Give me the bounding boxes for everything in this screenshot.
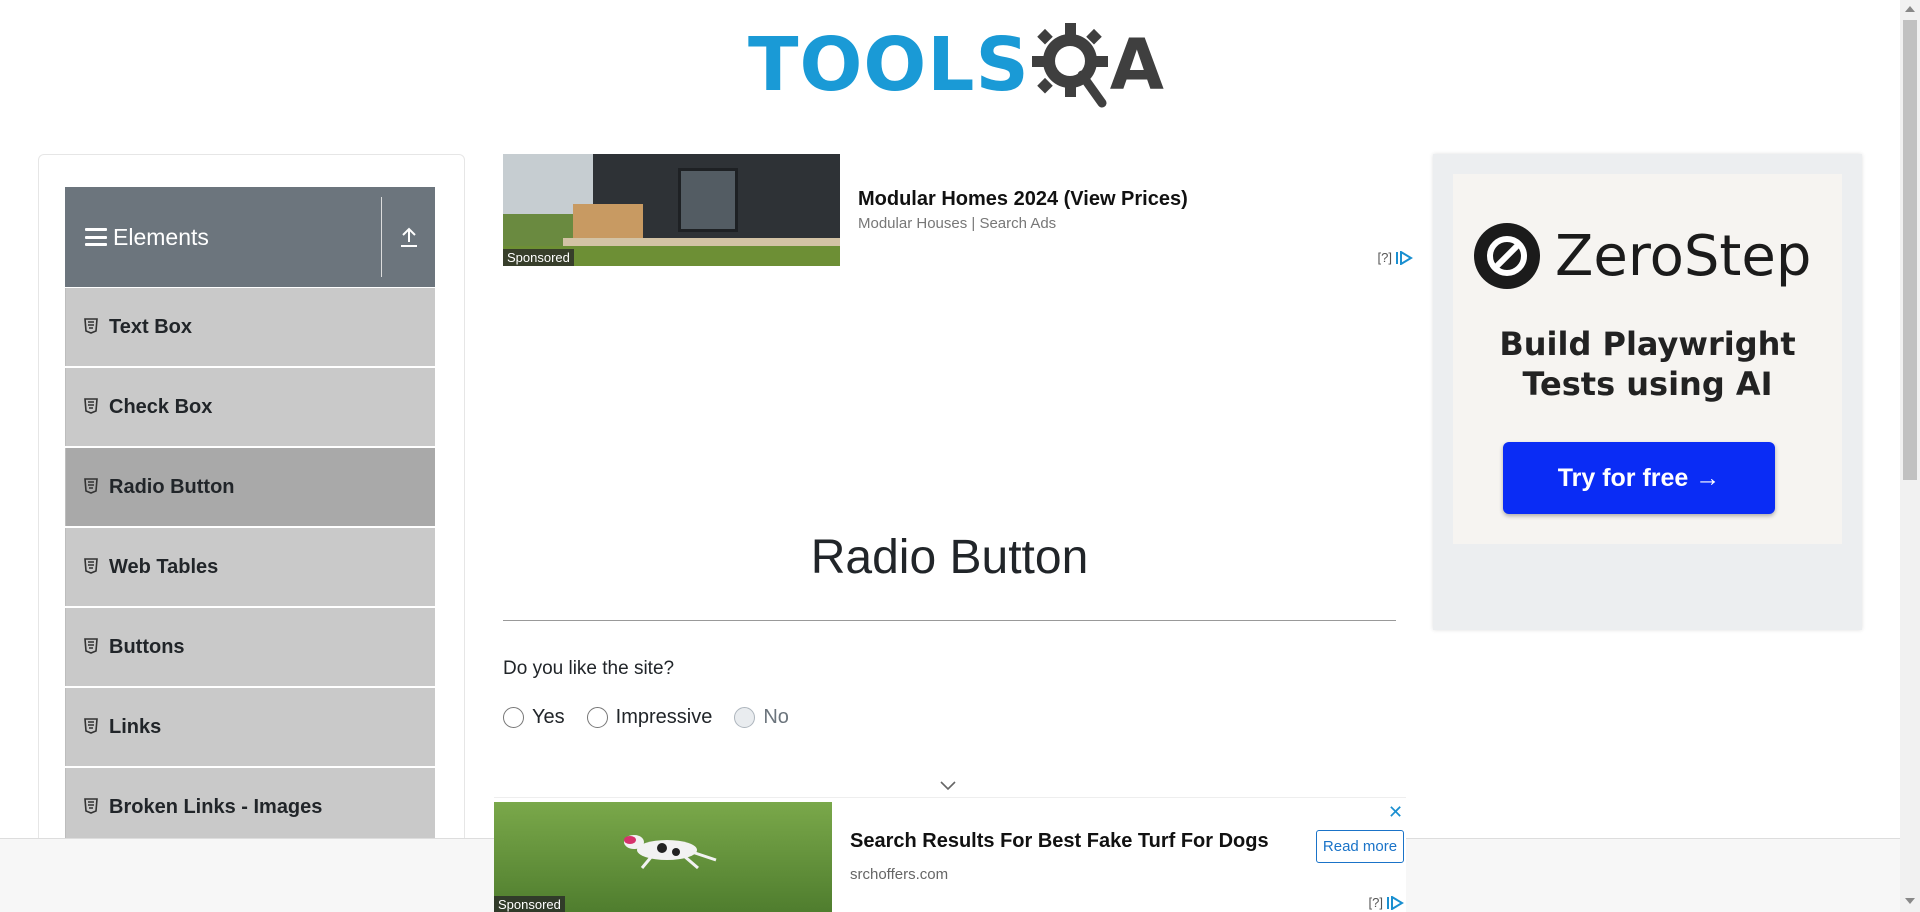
sponsored-label: Sponsored [503,249,574,266]
radio-yes[interactable]: Yes [503,706,565,729]
radio-yes-label[interactable]: Yes [532,706,565,729]
sidebar-item-label: Check Box [109,395,213,418]
ad-subtitle[interactable]: Modular Houses | Search Ads [858,215,1056,232]
page-title: Radio Button [810,531,1089,584]
ad-zerostep[interactable]: ZeroStep Build Playwright Tests using AI… [1433,154,1862,630]
scroll-down-icon[interactable] [1905,898,1915,904]
sidebar-item-label: Links [109,715,162,738]
sidebar-item-label: Radio Button [109,475,235,498]
adchoices-label: [?] [1377,250,1392,265]
ad-image[interactable]: Sponsored [503,154,840,266]
radio-impressive-label[interactable]: Impressive [616,706,713,729]
sidebar-item-label: Web Tables [109,555,219,578]
ad-zerostep-panel: ZeroStep Build Playwright Tests using AI… [1453,174,1842,544]
sidebar-item-web-tables[interactable]: Web Tables [65,528,435,606]
radio-group: Yes Impressive No [503,706,811,729]
zerostep-brand: ZeroStep [1555,223,1812,289]
radio-no: No [734,706,789,729]
chevron-down-icon[interactable] [938,780,958,792]
scroll-up-icon[interactable] [1905,6,1915,12]
radio-impressive[interactable]: Impressive [586,706,713,729]
collapse-up-icon [400,227,417,247]
tagline-line-1: Build Playwright [1499,325,1796,363]
sidebar-item-links[interactable]: Links [65,688,435,766]
html5-icon [84,798,100,816]
html5-icon [84,478,100,496]
scroll-thumb[interactable] [1903,20,1917,480]
zerostep-tagline: Build Playwright Tests using AI [1453,324,1842,404]
adchoices[interactable]: [?] [1378,250,1413,265]
elements-group-header[interactable]: Elements [65,187,435,287]
ad-title[interactable]: Modular Homes 2024 (View Prices) [858,188,1188,211]
adchoices[interactable]: [?] [1369,895,1404,910]
close-icon[interactable]: ✕ [1388,802,1403,823]
radio-no-input [734,707,756,728]
group-title-label: Elements [113,223,209,250]
ad-bottom-image[interactable]: Sponsored [494,802,832,912]
sidebar: Elements Text Box Check Box Radio Button… [38,154,465,912]
sponsored-label: Sponsored [494,896,565,912]
toolsqa-logo[interactable]: TOOLS A [748,16,1164,114]
sidebar-item-label: Buttons [109,635,185,658]
zerostep-icon [1474,223,1540,289]
read-more-button[interactable]: Read more [1316,830,1404,863]
html5-icon [84,638,100,656]
html5-icon [84,558,100,576]
sidebar-item-label: Broken Links - Images [109,795,323,818]
radio-no-label: No [763,706,789,728]
radio-impressive-input[interactable] [586,707,608,728]
ad-banner-bottom[interactable]: Sponsored Search Results For Best Fake T… [494,797,1406,912]
tagline-line-2: Tests using AI [1522,365,1773,403]
page: TOOLS A Elements Text Box Check Box Radi… [0,0,1920,912]
sidebar-item-label: Text Box [109,315,192,338]
adchoices-icon [1387,895,1404,910]
group-title: Elements [65,224,381,251]
adchoices-icon [1396,250,1413,265]
html5-icon [84,318,100,336]
adchoices-label: [?] [1368,895,1383,910]
sidebar-item-radio-button[interactable]: Radio Button [65,448,435,526]
gear-icon [1031,17,1110,114]
try-for-free-button[interactable]: Try for free → [1503,442,1775,514]
elements-menu: Text Box Check Box Radio Button Web Tabl… [65,288,435,848]
html5-icon [84,398,100,416]
logo-suffix: A [1109,24,1164,106]
ad-banner-top[interactable]: Sponsored Modular Homes 2024 (View Price… [503,154,1413,268]
scrollbar[interactable] [1900,0,1920,912]
dog-image [624,835,717,870]
logo-text: TOOLS [748,22,1030,108]
ad-bottom-title[interactable]: Search Results For Best Fake Turf For Do… [850,830,1269,853]
ad-bottom-subtitle[interactable]: srchoffers.com [850,866,948,883]
radio-yes-input[interactable] [503,707,524,728]
sidebar-item-buttons[interactable]: Buttons [65,608,435,686]
collapse-button[interactable] [382,187,435,287]
hamburger-icon [85,228,107,246]
sidebar-item-check-box[interactable]: Check Box [65,368,435,446]
question-text: Do you like the site? [503,658,675,679]
sidebar-item-broken-links[interactable]: Broken Links - Images [65,768,435,846]
title-divider [503,620,1396,621]
zerostep-logo: ZeroStep [1473,222,1811,290]
sidebar-item-text-box[interactable]: Text Box [65,288,435,366]
html5-icon [84,718,100,736]
